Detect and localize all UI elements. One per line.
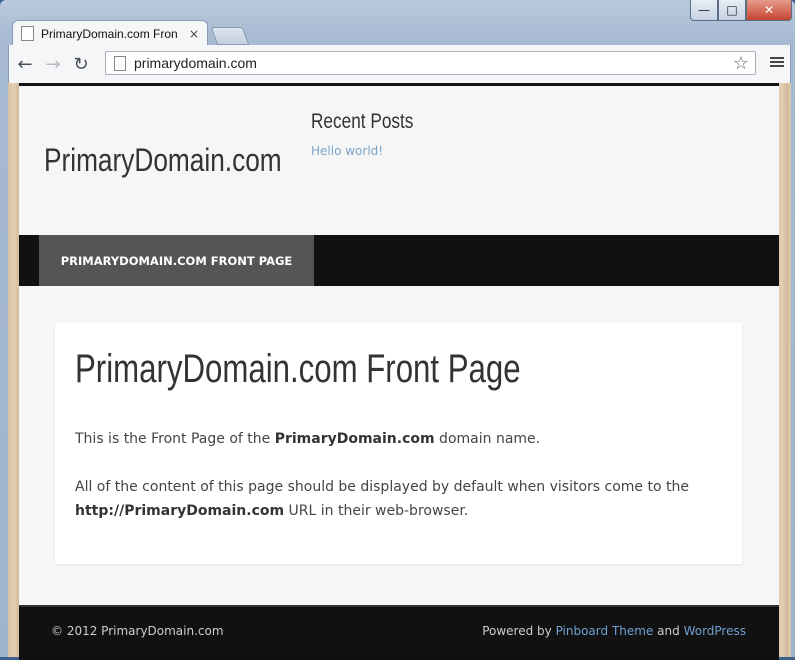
text: and [653, 624, 684, 638]
menu-icon[interactable] [770, 55, 784, 69]
browser-window: — □ ✕ PrimaryDomain.com Fron × ← → ↻ pri… [0, 0, 795, 660]
text: URL in their web-browser. [284, 503, 469, 519]
forward-arrow-icon[interactable]: → [41, 52, 65, 76]
text: All of the content of this page should b… [75, 479, 689, 495]
url-text[interactable]: primarydomain.com [134, 55, 733, 71]
main-nav: PRIMARYDOMAIN.COM FRONT PAGE [19, 235, 779, 286]
content-card: PrimaryDomain.com Front Page This is the… [55, 323, 742, 564]
reload-icon[interactable]: ↻ [69, 52, 93, 76]
powered-by: Powered by Pinboard Theme and WordPress [482, 624, 746, 638]
nav-item-front-page[interactable]: PRIMARYDOMAIN.COM FRONT PAGE [39, 235, 314, 286]
tab-title: PrimaryDomain.com Fron [41, 26, 178, 41]
back-arrow-icon[interactable]: ← [13, 52, 37, 76]
page-heading: PrimaryDomain.com Front Page [75, 347, 521, 391]
page-viewport: PrimaryDomain.com Recent Posts Hello wor… [8, 83, 791, 660]
wordpress-link[interactable]: WordPress [684, 624, 746, 638]
copyright-text: © 2012 PrimaryDomain.com [51, 624, 224, 638]
tab-close-icon[interactable]: × [189, 27, 199, 41]
recent-posts-widget: Recent Posts Hello world! [311, 110, 436, 158]
address-bar[interactable]: primarydomain.com ☆ [105, 51, 756, 75]
content-paragraph-1: This is the Front Page of the PrimaryDom… [75, 427, 725, 451]
window-controls: — □ ✕ [690, 0, 792, 21]
text: domain name. [434, 431, 541, 447]
minimize-button[interactable]: — [690, 0, 718, 21]
site-title[interactable]: PrimaryDomain.com [44, 142, 282, 179]
close-window-button[interactable]: ✕ [746, 0, 792, 21]
recent-post-link[interactable]: Hello world! [311, 144, 436, 158]
page-icon [114, 55, 126, 71]
url-bold: http://PrimaryDomain.com [75, 503, 285, 519]
content-paragraph-2: All of the content of this page should b… [75, 475, 725, 523]
text: Powered by [482, 624, 556, 638]
widget-title: Recent Posts [311, 110, 414, 133]
page-icon [21, 26, 34, 41]
maximize-button[interactable]: □ [718, 0, 746, 21]
new-tab-button[interactable] [210, 27, 250, 45]
web-page: PrimaryDomain.com Recent Posts Hello wor… [19, 83, 779, 660]
text: This is the Front Page of the [75, 431, 275, 447]
domain-bold: PrimaryDomain.com [274, 431, 435, 447]
browser-tab[interactable]: PrimaryDomain.com Fron × [12, 20, 208, 46]
browser-toolbar: ← → ↻ primarydomain.com ☆ [8, 45, 791, 83]
pinboard-theme-link[interactable]: Pinboard Theme [556, 624, 654, 638]
site-footer: © 2012 PrimaryDomain.com Powered by Pinb… [19, 605, 779, 660]
bookmark-star-icon[interactable]: ☆ [733, 53, 749, 74]
